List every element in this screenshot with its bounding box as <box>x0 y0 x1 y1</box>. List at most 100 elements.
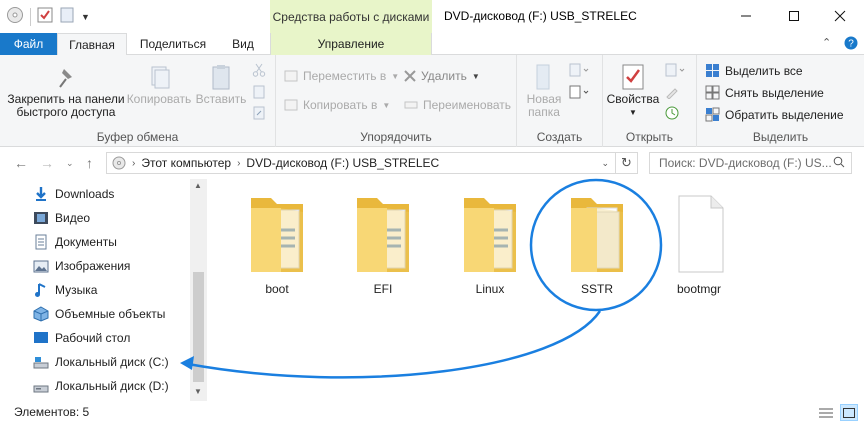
delete-button[interactable]: Удалить ▼ <box>404 69 480 83</box>
rename-label: Переименовать <box>423 98 511 112</box>
chevron-down-icon[interactable]: ▼ <box>81 12 90 22</box>
nav-item-documents[interactable]: Документы <box>33 231 117 253</box>
tab-view[interactable]: Вид <box>218 33 268 55</box>
history-icon[interactable] <box>665 106 679 123</box>
nav-item-drive-c[interactable]: Локальный диск (C:) <box>33 351 169 373</box>
pin-icon <box>59 69 72 88</box>
recent-locations-icon[interactable]: ⌄ <box>66 158 74 169</box>
nav-item-desktop[interactable]: Рабочий стол <box>33 327 130 349</box>
file-icon <box>678 195 724 273</box>
clipboard-group: Закрепить на панели быстрого доступа Коп… <box>0 55 276 147</box>
pin-quick-access-button[interactable]: Закрепить на панели быстрого доступа <box>6 61 126 119</box>
edit-icon[interactable] <box>665 85 679 102</box>
select-none-icon <box>705 85 720 100</box>
new-item-icon[interactable] <box>569 63 591 80</box>
nav-item-label: Документы <box>55 235 117 249</box>
drive-app-icon[interactable] <box>6 6 24 27</box>
select-group: Выделить все Снять выделение Обратить вы… <box>697 55 864 147</box>
search-input[interactable]: Поиск: DVD-дисковод (F:) US... <box>649 152 852 174</box>
minimize-button[interactable] <box>724 0 768 32</box>
tab-file[interactable]: Файл <box>0 33 57 55</box>
title-bar: ▼ Средства работы с дисками DVD-дисковод… <box>0 0 864 33</box>
easy-access-icon[interactable] <box>569 85 591 102</box>
properties-button[interactable]: Свойства ▼ <box>605 61 661 119</box>
breadcrumb-chevron-icon[interactable]: › <box>132 158 135 169</box>
refresh-icon[interactable]: ↻ <box>615 153 637 173</box>
help-icon[interactable]: ? <box>844 36 858 53</box>
copy-to-button[interactable]: Копировать в ▼ <box>284 98 390 112</box>
properties-quick-icon[interactable] <box>37 7 53 26</box>
music-icon <box>35 283 46 297</box>
nav-item-label: Локальный диск (C:) <box>55 355 169 369</box>
back-arrow-icon[interactable]: ← <box>14 155 28 171</box>
nav-item-3d-objects[interactable]: Объемные объекты <box>33 303 165 325</box>
collapse-ribbon-icon[interactable]: ⌃ <box>822 36 831 49</box>
select-all-icon <box>706 64 719 77</box>
file-item-bootmgr[interactable]: bootmgr <box>654 190 744 296</box>
paste-shortcut-icon[interactable] <box>252 106 266 123</box>
large-icons-view-icon[interactable] <box>840 404 858 421</box>
chevron-down-icon: ▼ <box>391 71 400 81</box>
file-item-sstr[interactable]: SSTR <box>552 190 642 296</box>
chevron-down-icon: ▼ <box>382 100 391 110</box>
nav-item-music[interactable]: Музыка <box>33 279 97 301</box>
chevron-down-icon: ▼ <box>471 71 480 81</box>
new-folder-label-2: папка <box>528 105 560 119</box>
folder-icon <box>251 198 303 272</box>
tab-home[interactable]: Главная <box>57 33 127 56</box>
nav-item-drive-d[interactable]: Локальный диск (D:) <box>33 375 169 397</box>
nav-item-label: Downloads <box>55 187 115 201</box>
nav-item-downloads[interactable]: Downloads <box>33 183 114 205</box>
copy-path-icon[interactable] <box>252 85 266 102</box>
breadcrumb-this-pc[interactable]: Этот компьютер <box>141 156 231 170</box>
select-none-button[interactable]: Снять выделение <box>705 85 824 100</box>
nav-item-pictures[interactable]: Изображения <box>33 255 130 277</box>
open-group: Свойства ▼ Открыть <box>603 55 697 147</box>
move-to-button[interactable]: Переместить в ▼ <box>284 69 399 83</box>
scroll-down-icon[interactable]: ▼ <box>194 387 202 396</box>
tab-manage[interactable]: Управление <box>270 33 432 55</box>
new-folder-quick-icon[interactable] <box>59 7 75 26</box>
rename-button[interactable]: Переименовать <box>404 98 511 112</box>
up-arrow-icon[interactable]: ↑ <box>86 155 93 171</box>
file-item-efi[interactable]: EFI <box>338 190 428 296</box>
close-icon <box>834 10 846 22</box>
copy-label: Копировать <box>126 92 192 106</box>
new-folder-button[interactable]: Новая папка <box>521 61 567 119</box>
quick-access-toolbar: ▼ <box>6 6 90 27</box>
close-button[interactable] <box>818 0 862 32</box>
drive-d-icon <box>33 385 49 393</box>
details-view-icon[interactable] <box>818 406 834 423</box>
file-item-boot[interactable]: boot <box>232 190 322 296</box>
copy-button[interactable]: Копировать <box>126 61 192 106</box>
file-item-linux[interactable]: Linux <box>445 190 535 296</box>
navigation-pane[interactable]: Downloads Видео Документы Изображения Му… <box>0 179 207 401</box>
folder-icon <box>357 198 409 272</box>
breadcrumb-current[interactable]: DVD-дисковод (F:) USB_STRELEC <box>246 156 439 170</box>
properties-icon <box>622 64 644 90</box>
nav-item-video[interactable]: Видео <box>33 207 90 229</box>
nav-item-label: Рабочий стол <box>55 331 131 345</box>
paste-button[interactable]: Вставить <box>192 61 250 106</box>
file-name: EFI <box>373 282 393 296</box>
select-all-label: Выделить все <box>725 63 803 78</box>
tab-share[interactable]: Поделиться <box>130 33 216 55</box>
select-group-label: Выделить <box>752 130 809 144</box>
open-icon[interactable] <box>665 63 687 80</box>
address-bar[interactable]: › Этот компьютер › DVD-дисковод (F:) USB… <box>106 152 638 174</box>
drive-c-icon <box>33 357 49 369</box>
forward-arrow-icon[interactable]: → <box>40 155 54 171</box>
copy-icon <box>151 66 170 89</box>
disk-tools-header: Средства работы с дисками <box>270 0 432 33</box>
scroll-up-icon[interactable]: ▲ <box>194 181 202 190</box>
maximize-button[interactable] <box>772 0 816 32</box>
invert-selection-button[interactable]: Обратить выделение <box>705 107 844 122</box>
cut-icon[interactable] <box>252 63 266 80</box>
address-dropdown-icon[interactable]: ⌄ <box>601 158 615 169</box>
drive-icon <box>112 156 126 170</box>
breadcrumb-chevron-icon[interactable]: › <box>237 158 240 169</box>
3d-objects-icon <box>33 306 49 322</box>
move-to-label: Переместить в <box>303 69 387 83</box>
nav-scrollbar-thumb[interactable] <box>193 272 204 382</box>
select-all-button[interactable]: Выделить все <box>705 63 803 78</box>
